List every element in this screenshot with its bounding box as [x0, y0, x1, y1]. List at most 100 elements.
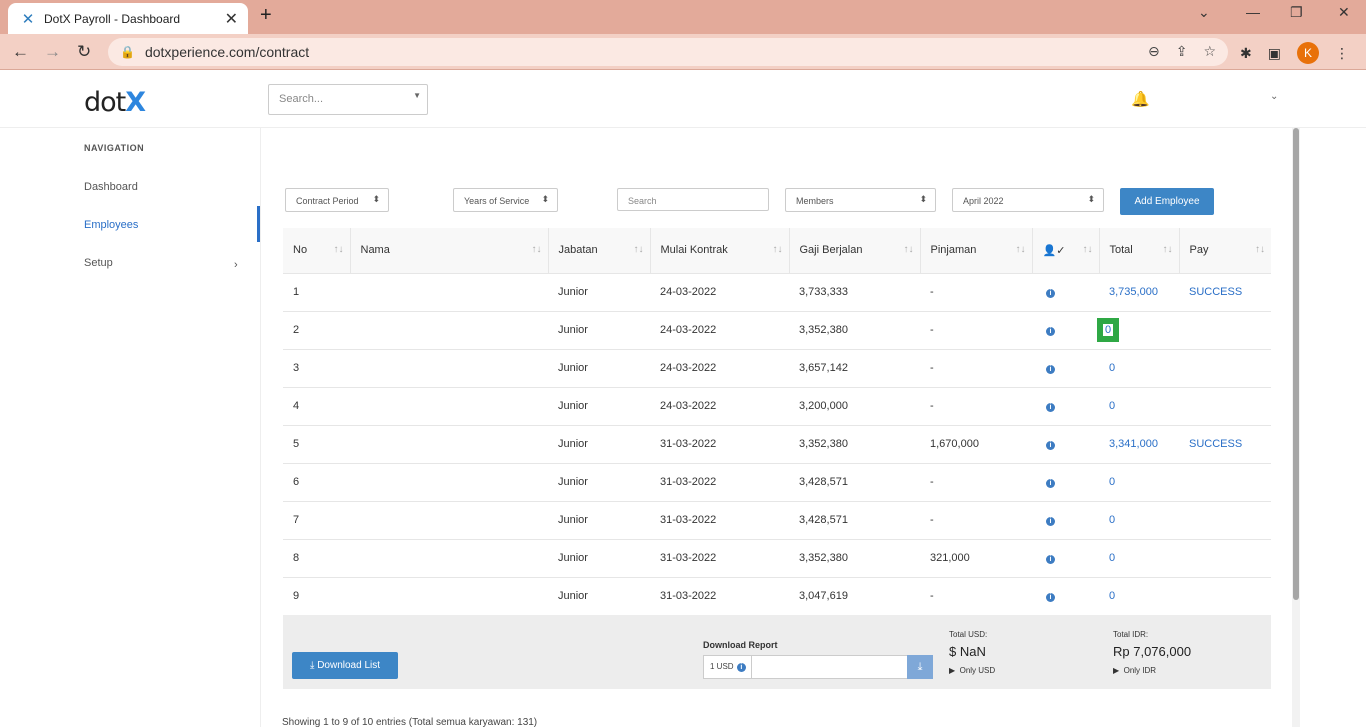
- info-icon[interactable]: i: [1046, 441, 1055, 450]
- chevron-right-icon: ›: [234, 259, 238, 271]
- cell-pay-status[interactable]: [1179, 500, 1271, 539]
- column-header-total[interactable]: Total ↑↓: [1099, 228, 1180, 273]
- close-tab-icon[interactable]: ✕: [225, 9, 238, 29]
- info-icon[interactable]: i: [1046, 479, 1055, 488]
- cell-info: i: [1032, 462, 1099, 501]
- address-bar[interactable]: 🔒 dotxperience.com/contract ⊖ ⇪ ☆: [108, 38, 1228, 66]
- info-icon[interactable]: i: [1046, 403, 1055, 412]
- info-icon[interactable]: i: [1046, 327, 1055, 336]
- cell-total-link[interactable]: 0: [1103, 324, 1114, 336]
- share-icon[interactable]: ⇪: [1176, 43, 1188, 60]
- month-select[interactable]: April 2022 ⬍: [952, 188, 1104, 212]
- cell-jabatan: Junior: [548, 538, 650, 577]
- cell-total-link[interactable]: 0: [1099, 538, 1179, 577]
- minimize-icon[interactable]: —: [1246, 4, 1260, 20]
- sidebar-item-dashboard[interactable]: Dashboard: [84, 181, 138, 193]
- cell-total-link[interactable]: 0: [1099, 348, 1179, 387]
- sort-icon[interactable]: ↑↓: [1255, 244, 1265, 255]
- cell-mulai-kontrak: 24-03-2022: [650, 348, 789, 387]
- column-header-user-check[interactable]: 👤✓ ↑↓: [1032, 228, 1100, 273]
- back-icon[interactable]: ←: [12, 42, 29, 62]
- table-search-input[interactable]: Search: [617, 188, 769, 211]
- info-icon[interactable]: i: [1046, 365, 1055, 374]
- bell-icon[interactable]: 🔔: [1131, 90, 1150, 108]
- column-header-no[interactable]: No ↑↓: [283, 228, 351, 273]
- sidebar-item-employees[interactable]: Employees: [84, 219, 138, 231]
- table-row: 1 Junior 24-03-2022 3,733,333 - i 3,735,…: [283, 272, 1271, 311]
- only-usd-toggle[interactable]: ▶ Only USD: [949, 666, 995, 675]
- sidebar: NAVIGATION Dashboard Employees Setup ›: [68, 128, 261, 727]
- info-icon[interactable]: i: [1046, 593, 1055, 603]
- tab-search-icon[interactable]: ⌄: [1198, 4, 1210, 21]
- cell-total-link[interactable]: 0: [1099, 386, 1179, 425]
- download-list-button[interactable]: ⤓ Download List: [292, 652, 398, 679]
- new-tab-icon[interactable]: +: [260, 4, 272, 27]
- column-header-label: Total: [1109, 244, 1133, 257]
- cell-pay-status[interactable]: [1179, 576, 1271, 615]
- bookmark-star-icon[interactable]: ☆: [1203, 43, 1216, 60]
- extensions-icon[interactable]: ✱: [1240, 45, 1252, 62]
- dotx-logo[interactable]: dotX: [84, 87, 146, 118]
- sort-icon[interactable]: ↑↓: [773, 244, 783, 255]
- info-icon[interactable]: i: [736, 663, 746, 672]
- cell-pay-status[interactable]: [1179, 538, 1271, 577]
- info-icon[interactable]: i: [1046, 555, 1055, 564]
- sort-icon[interactable]: ↑↓: [904, 244, 914, 255]
- browser-tab[interactable]: ✕ DotX Payroll - Dashboard ✕: [8, 3, 248, 34]
- cell-pay-status[interactable]: SUCCESS: [1179, 272, 1271, 311]
- sort-icon[interactable]: ↑↓: [1083, 244, 1093, 255]
- employees-table: No ↑↓ Nama ↑↓ Jabatan ↑↓ Mulai Kontrak ↑↓ Ga…: [283, 228, 1271, 615]
- cell-pay-status[interactable]: SUCCESS: [1179, 424, 1271, 463]
- table-row: 5 Junior 31-03-2022 3,352,380 1,670,000 …: [283, 424, 1271, 463]
- cell-pay-status[interactable]: [1179, 348, 1271, 387]
- sort-icon[interactable]: ↑↓: [532, 244, 542, 255]
- table-header-row: No ↑↓ Nama ↑↓ Jabatan ↑↓ Mulai Kontrak ↑↓ Ga…: [283, 228, 1271, 273]
- years-of-service-select[interactable]: Years of Service ⬍: [453, 188, 558, 212]
- zoom-icon[interactable]: ⊖: [1148, 43, 1160, 60]
- side-panel-icon[interactable]: ▣: [1268, 45, 1281, 62]
- restore-icon[interactable]: ❐: [1290, 4, 1303, 21]
- total-usd-value: $ NaN: [949, 644, 986, 659]
- sort-icon[interactable]: ↑↓: [1016, 244, 1026, 255]
- cell-pay-status[interactable]: [1179, 462, 1271, 501]
- column-header-gaji-berjalan[interactable]: Gaji Berjalan ↑↓: [789, 228, 921, 273]
- more-menu-icon[interactable]: ⋮: [1335, 45, 1349, 62]
- column-header-label: Pay: [1189, 244, 1209, 257]
- cell-total-link[interactable]: 0: [1099, 576, 1179, 615]
- close-window-icon[interactable]: ✕: [1338, 4, 1350, 21]
- page-scrollbar[interactable]: [1292, 128, 1300, 727]
- members-select[interactable]: Members ⬍: [785, 188, 936, 212]
- sort-icon[interactable]: ↑↓: [1163, 244, 1173, 255]
- sort-icon[interactable]: ↑↓: [634, 244, 644, 255]
- add-employee-button[interactable]: Add Employee: [1120, 188, 1214, 215]
- scrollbar-thumb[interactable]: [1293, 128, 1299, 600]
- column-header-nama[interactable]: Nama ↑↓: [350, 228, 549, 273]
- usd-rate-input[interactable]: 1 USD i ⤓: [703, 655, 933, 679]
- download-report-button[interactable]: ⤓: [907, 655, 933, 679]
- global-search-select[interactable]: Search... ▼: [268, 84, 428, 115]
- user-menu-chevron-icon[interactable]: ⌄: [1270, 91, 1278, 102]
- only-idr-toggle[interactable]: ▶ Only IDR: [1113, 666, 1191, 675]
- contract-period-select[interactable]: Contract Period ⬍: [285, 188, 389, 212]
- cell-info: i: [1032, 348, 1099, 387]
- info-icon[interactable]: i: [1046, 289, 1055, 298]
- info-icon[interactable]: i: [1046, 517, 1055, 526]
- cell-pay-status[interactable]: [1179, 310, 1271, 349]
- cell-total-link[interactable]: 3,735,000: [1099, 272, 1179, 311]
- forward-icon[interactable]: →: [44, 42, 61, 62]
- profile-avatar[interactable]: K: [1296, 42, 1319, 64]
- cell-total-link[interactable]: 0: [1099, 500, 1179, 539]
- column-header-jabatan[interactable]: Jabatan ↑↓: [548, 228, 651, 273]
- reload-icon[interactable]: ↻: [77, 42, 91, 62]
- cell-nama: [350, 462, 548, 501]
- cell-total-link[interactable]: 0: [1099, 462, 1179, 501]
- sidebar-item-setup[interactable]: Setup: [84, 257, 113, 269]
- total-idr-value: Rp 7,076,000: [1113, 644, 1192, 659]
- column-header-pinjaman[interactable]: Pinjaman ↑↓: [920, 228, 1033, 273]
- column-header-mulai-kontrak[interactable]: Mulai Kontrak ↑↓: [650, 228, 790, 273]
- cell-total-link[interactable]: 3,341,000: [1099, 424, 1179, 463]
- cell-no: 4: [283, 386, 350, 425]
- column-header-pay[interactable]: Pay ↑↓: [1179, 228, 1271, 273]
- cell-pay-status[interactable]: [1179, 386, 1271, 425]
- sort-icon[interactable]: ↑↓: [334, 244, 344, 255]
